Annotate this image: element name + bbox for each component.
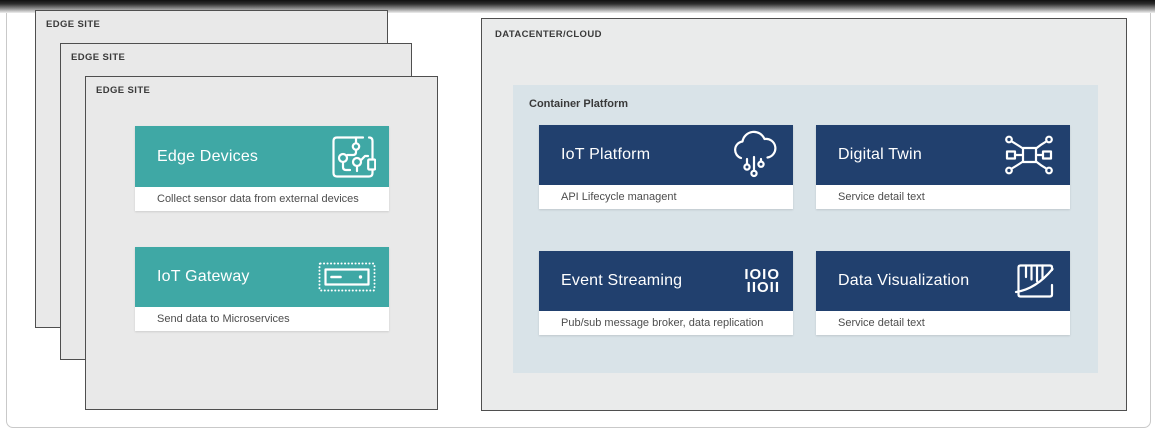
gateway-chip-icon bbox=[318, 262, 376, 292]
data-visualization-card-header: Data Visualization bbox=[816, 251, 1070, 311]
card-detail: Service detail text bbox=[816, 311, 1070, 335]
iot-gateway-card-header: IoT Gateway bbox=[135, 247, 389, 307]
event-streaming-card: Event Streaming IOIO IIOII Pub/sub messa… bbox=[539, 251, 793, 335]
container-platform-box: Container Platform IoT Platform API Life… bbox=[513, 85, 1098, 373]
card-title: Event Streaming bbox=[561, 272, 683, 289]
edge-site-box-front: EDGE SITE Edge Devices Collect sensor da… bbox=[85, 76, 438, 410]
card-detail: Service detail text bbox=[816, 185, 1070, 209]
iot-platform-card: IoT Platform API Lifecycle managent bbox=[539, 125, 793, 209]
event-streaming-card-header: Event Streaming IOIO IIOII bbox=[539, 251, 793, 311]
card-detail: API Lifecycle managent bbox=[539, 185, 793, 209]
datacenter-cloud-box: DATACENTER/CLOUD Container Platform IoT … bbox=[481, 18, 1127, 411]
digital-twin-card-header: Digital Twin bbox=[816, 125, 1070, 185]
card-title: Digital Twin bbox=[838, 146, 922, 163]
binary-stream-icon: IOIO IIOII bbox=[744, 266, 780, 296]
digital-twin-card: Digital Twin Service detail text bbox=[816, 125, 1070, 209]
card-title: IoT Platform bbox=[561, 146, 651, 163]
edge-site-label: EDGE SITE bbox=[96, 85, 151, 96]
circuit-board-icon bbox=[330, 134, 376, 180]
digital-twin-icon bbox=[1001, 133, 1057, 177]
edge-site-label: EDGE SITE bbox=[46, 19, 101, 30]
card-detail: Pub/sub message broker, data replication bbox=[539, 311, 793, 335]
card-detail: Collect sensor data from external device… bbox=[135, 187, 389, 211]
edge-site-label: EDGE SITE bbox=[71, 52, 126, 63]
datacenter-cloud-label: DATACENTER/CLOUD bbox=[495, 29, 602, 40]
architecture-diagram: EDGE SITE EDGE SITE EDGE SITE Edge Devic… bbox=[0, 0, 1155, 429]
card-title: IoT Gateway bbox=[157, 268, 250, 285]
iot-gateway-card: IoT Gateway Send data to Microservices bbox=[135, 247, 389, 331]
card-detail: Send data to Microservices bbox=[135, 307, 389, 331]
container-platform-label: Container Platform bbox=[529, 98, 629, 110]
edge-devices-card-header: Edge Devices bbox=[135, 126, 389, 187]
card-title: Edge Devices bbox=[157, 147, 259, 165]
data-visualization-card: Data Visualization Service detail text bbox=[816, 251, 1070, 335]
iot-cloud-icon bbox=[728, 130, 780, 180]
iot-platform-card-header: IoT Platform bbox=[539, 125, 793, 185]
edge-devices-card: Edge Devices Collect sensor data from ex… bbox=[135, 126, 389, 211]
bar-chart-curve-icon bbox=[1011, 258, 1057, 304]
card-title: Data Visualization bbox=[838, 272, 970, 289]
